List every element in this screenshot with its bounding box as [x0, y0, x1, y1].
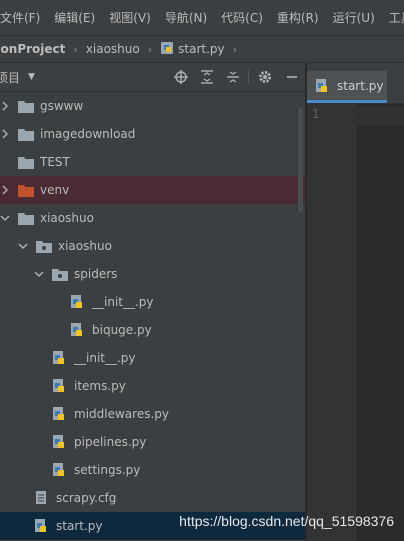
menu-run[interactable]: 运行(U) — [326, 9, 382, 26]
folder-icon — [18, 155, 34, 169]
python-file-icon — [315, 78, 331, 93]
tree-item-scrapy-cfg[interactable]: scrapy.cfg — [0, 484, 305, 512]
caret-down-icon: ▼ — [28, 72, 35, 82]
tree-item-label: scrapy.cfg — [56, 491, 117, 505]
python-file-icon — [52, 379, 68, 393]
tab-start-py[interactable]: start.py — [307, 71, 387, 103]
menu-view[interactable]: 视图(V) — [102, 9, 158, 26]
tree-item-label: gswww — [40, 99, 84, 113]
python-file-icon — [52, 351, 68, 365]
python-file-icon — [52, 463, 68, 477]
current-line-highlight — [355, 106, 404, 126]
tree-item-gswww[interactable]: gswww — [0, 92, 305, 120]
tree-item-xiaoshuo-package[interactable]: xiaoshuo — [0, 232, 305, 260]
tree-item-middlewares[interactable]: middlewares.py — [0, 400, 305, 428]
breadcrumb: honProject › xiaoshuo › start.py › — [0, 36, 404, 63]
tree-item-label: venv — [40, 183, 70, 197]
chevron-right-icon: › — [147, 42, 153, 56]
breadcrumb-project-label: honProject — [0, 42, 66, 56]
gear-icon[interactable] — [256, 68, 274, 86]
expand-all-icon[interactable] — [198, 68, 216, 86]
chevron-right-icon: › — [73, 42, 78, 56]
python-file-icon — [34, 519, 50, 533]
menu-tools[interactable]: 工具(T) — [382, 9, 404, 26]
menu-refactor[interactable]: 重构(R) — [270, 9, 326, 26]
project-panel-header: 项目 ▼ — [0, 63, 305, 92]
tree-item-spiders-init[interactable]: __init__.py — [0, 288, 305, 316]
tree-item-test[interactable]: TEST — [0, 148, 305, 176]
project-view-selector[interactable]: 项目 ▼ — [0, 69, 35, 86]
package-folder-icon — [36, 239, 52, 253]
tree-item-imagedownload[interactable]: imagedownload — [0, 120, 305, 148]
tree-item-label: items.py — [74, 379, 126, 393]
editor-area[interactable]: start.py 1 — [307, 63, 404, 541]
tree-item-settings[interactable]: settings.py — [0, 456, 305, 484]
tab-label: start.py — [337, 78, 384, 93]
menu-navigate[interactable]: 导航(N) — [158, 9, 214, 26]
breadcrumb-file[interactable]: start.py — [160, 41, 225, 58]
tree-item-venv[interactable]: venv — [0, 176, 305, 204]
toolbar-divider — [248, 70, 249, 84]
excluded-folder-icon — [18, 183, 34, 197]
package-folder-icon — [52, 267, 68, 281]
config-file-icon — [34, 491, 50, 505]
tree-item-label: __init__.py — [74, 351, 136, 365]
folder-icon — [18, 99, 34, 113]
project-tree: gswww imagedownload TEST venv xiaoshuo x… — [0, 92, 305, 540]
chevron-right-icon: › — [232, 42, 238, 56]
python-file-icon — [70, 295, 86, 309]
line-number-gutter: 1 — [307, 104, 356, 541]
menu-edit[interactable]: 编辑(E) — [47, 9, 102, 26]
tree-item-label: middlewares.py — [74, 407, 169, 421]
breadcrumb-file-label: start.py — [178, 42, 225, 56]
tree-item-label: xiaoshuo — [40, 211, 94, 225]
chevron-right-icon[interactable] — [0, 101, 10, 111]
breadcrumb-project[interactable]: honProject — [0, 42, 65, 56]
tree-item-label: biquge.py — [92, 323, 152, 337]
tree-item-xiaoshuo-root[interactable]: xiaoshuo — [0, 204, 305, 232]
tree-item-spiders[interactable]: spiders — [0, 260, 305, 288]
tree-item-pipelines[interactable]: pipelines.py — [0, 428, 305, 456]
tree-item-label: TEST — [40, 155, 70, 169]
project-panel: 项目 ▼ gswww imagedownload TEST venv xiaos… — [0, 63, 305, 541]
python-file-icon — [52, 407, 68, 421]
editor-tab-bar: start.py — [307, 63, 404, 104]
chevron-right-icon[interactable] — [0, 129, 10, 139]
tree-item-label: spiders — [74, 267, 118, 281]
tree-item-label: __init__.py — [92, 295, 154, 309]
project-panel-title: 项目 — [0, 70, 21, 85]
tree-item-label: settings.py — [74, 463, 141, 477]
python-file-icon — [160, 41, 174, 58]
chevron-down-icon[interactable] — [34, 270, 44, 278]
minimize-icon[interactable] — [283, 68, 301, 86]
menu-file[interactable]: 文件(F) — [0, 9, 47, 26]
locate-file-icon[interactable] — [172, 68, 190, 86]
tree-item-label: xiaoshuo — [58, 239, 112, 253]
breadcrumb-folder-label: xiaoshuo — [85, 42, 140, 56]
tree-item-items[interactable]: items.py — [0, 372, 305, 400]
tree-scrollbar[interactable] — [298, 108, 303, 212]
menu-code[interactable]: 代码(C) — [214, 9, 270, 26]
chevron-down-icon[interactable] — [0, 214, 10, 222]
menu-bar: 文件(F) 编辑(E) 视图(V) 导航(N) 代码(C) 重构(R) 运行(U… — [0, 0, 404, 36]
python-file-icon — [52, 435, 68, 449]
tree-item-label: start.py — [56, 519, 103, 533]
folder-icon — [18, 127, 34, 141]
python-file-icon — [70, 323, 86, 337]
line-number: 1 — [312, 107, 320, 121]
tree-item-biquge[interactable]: biquge.py — [0, 316, 305, 344]
chevron-right-icon[interactable] — [0, 185, 10, 195]
folder-icon — [18, 211, 34, 225]
chevron-down-icon[interactable] — [18, 242, 28, 250]
breadcrumb-folder[interactable]: xiaoshuo — [86, 42, 140, 56]
collapse-all-icon[interactable] — [224, 68, 242, 86]
tree-item-label: pipelines.py — [74, 435, 147, 449]
watermark: https://blog.csdn.net/qq_51598376 — [179, 513, 394, 529]
tree-item-label: imagedownload — [40, 127, 136, 141]
tree-item-xiaoshuo-init[interactable]: __init__.py — [0, 344, 305, 372]
